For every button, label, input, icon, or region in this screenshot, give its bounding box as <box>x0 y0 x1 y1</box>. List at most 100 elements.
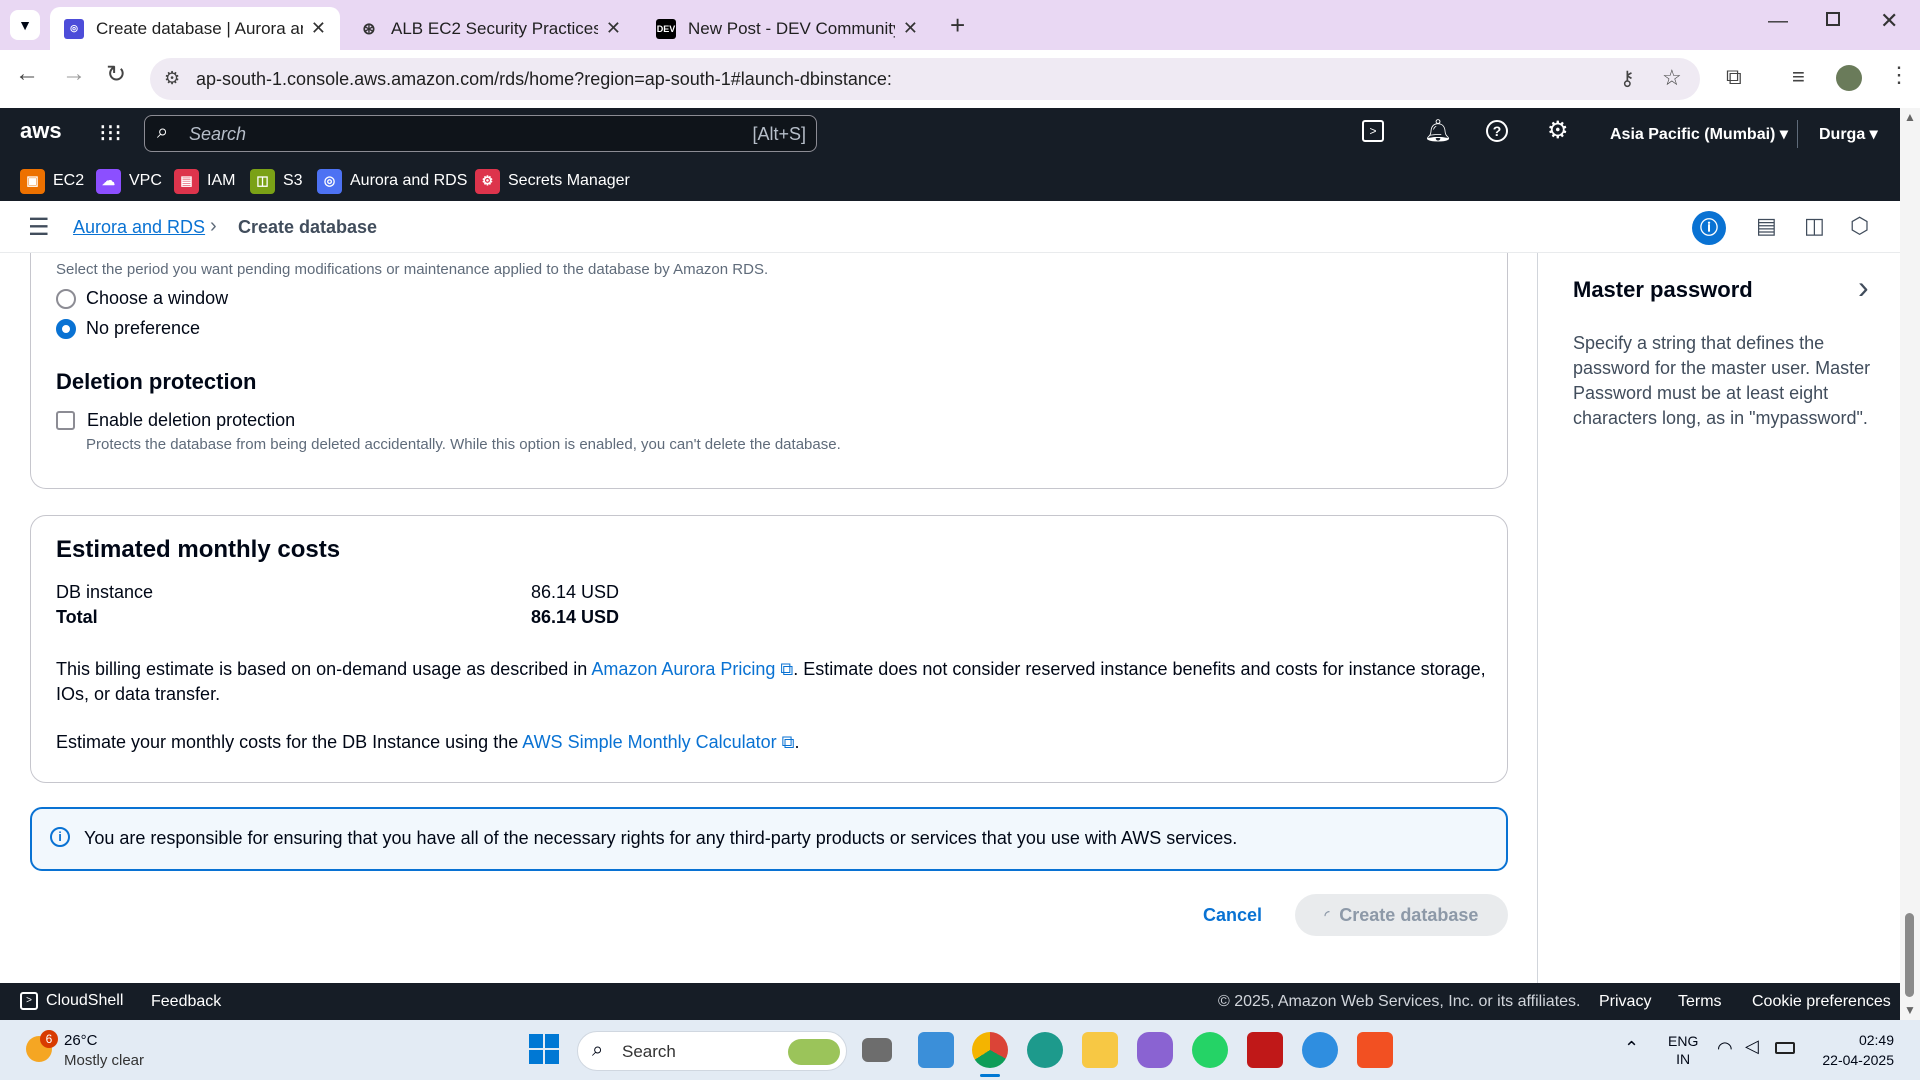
menu-hamburger-icon[interactable]: ☰ <box>28 213 50 242</box>
favorite-vpc[interactable]: ☁ VPC <box>96 168 162 194</box>
clock[interactable]: 02:49 22-04-2025 <box>1812 1030 1894 1070</box>
close-icon[interactable]: ✕ <box>606 18 621 39</box>
breadcrumb-parent-link[interactable]: Aurora and RDS <box>73 217 205 238</box>
tab-dev-community[interactable]: DEV New Post - DEV Community ✕ <box>642 7 932 50</box>
aws-search-input[interactable]: ⌕ Search [Alt+S] <box>144 115 817 152</box>
tab-search-button[interactable]: ▼ <box>10 10 40 40</box>
cookie-preferences-link[interactable]: Cookie preferences <box>1752 993 1891 1011</box>
chevron-right-icon[interactable]: › <box>1858 269 1869 306</box>
address-bar[interactable]: ⚙ ap-south-1.console.aws.amazon.com/rds/… <box>150 58 1700 100</box>
radio-button-selected[interactable] <box>56 318 76 339</box>
rds-tab-icon: ◎ <box>64 18 84 39</box>
feedback-link[interactable]: Feedback <box>151 993 221 1011</box>
external-link-icon[interactable]: ⧉ <box>777 732 795 752</box>
favorite-ec2[interactable]: ▣ EC2 <box>20 168 84 194</box>
info-panel-icon[interactable]: ⓘ <box>1692 211 1726 245</box>
tab-create-database[interactable]: ◎ Create database | Aurora and RDS ✕ <box>50 7 340 50</box>
radio-button[interactable] <box>56 288 76 309</box>
minimize-button[interactable]: — <box>1768 10 1788 33</box>
billing-note: This billing estimate is based on on-dem… <box>56 659 1486 704</box>
weather-widget[interactable]: 6 26°C Mostly clear <box>22 1028 172 1072</box>
help-panel-body: Specify a string that defines the passwo… <box>1573 333 1871 428</box>
services-grid-icon[interactable]: ⁝⁝⁝ <box>99 119 122 148</box>
create-database-button[interactable]: ◜ Create database <box>1295 894 1508 936</box>
checkbox[interactable] <box>56 411 75 430</box>
region-selector[interactable]: Asia Pacific (Mumbai) ▾ <box>1610 124 1788 144</box>
account-menu[interactable]: Durga ▾ <box>1819 124 1878 144</box>
settings-gear-icon[interactable]: ⚙ <box>1547 116 1569 145</box>
wifi-icon[interactable]: ◠ <box>1717 1038 1733 1059</box>
cloudshell-button[interactable]: > CloudShell <box>20 992 123 1010</box>
copilot-icon[interactable] <box>1137 1032 1173 1068</box>
close-icon[interactable]: ✕ <box>903 18 918 39</box>
radio-choose-window[interactable]: Choose a window <box>56 288 228 309</box>
notifications-panel-icon[interactable]: ▤ <box>1756 213 1777 239</box>
external-link-icon[interactable]: ⧉ <box>775 659 793 679</box>
additional-configuration-card: Select the period you want pending modif… <box>30 253 1508 489</box>
info-alert: i You are responsible for ensuring that … <box>30 807 1508 871</box>
windows-start-icon[interactable] <box>529 1034 559 1064</box>
breadcrumb-bar: ☰ Aurora and RDS › Create database ⓘ ▤ ◫… <box>0 201 1900 253</box>
page-scrollbar[interactable]: ▲ ▼ <box>1900 108 1920 1020</box>
extensions-icon[interactable]: ⧉ <box>1726 64 1742 90</box>
microsoft-store-icon[interactable] <box>1357 1032 1393 1068</box>
search-icon: ⌕ <box>157 121 169 143</box>
calculator-link[interactable]: AWS Simple Monthly Calculator <box>522 732 776 752</box>
show-hidden-icons-chevron[interactable]: ⌃ <box>1624 1038 1639 1059</box>
browser-menu-icon[interactable]: ⋮ <box>1888 62 1910 88</box>
favorite-secrets-manager[interactable]: ⚙ Secrets Manager <box>475 168 630 194</box>
estimated-costs-card: Estimated monthly costs DB instance 86.1… <box>30 515 1508 783</box>
password-key-icon[interactable]: ⚷ <box>1620 66 1635 91</box>
back-icon[interactable]: ← <box>15 60 39 88</box>
bookmark-star-icon[interactable]: ☆ <box>1662 65 1682 91</box>
scroll-up-arrow[interactable]: ▲ <box>1904 110 1916 124</box>
favorite-iam[interactable]: ▤ IAM <box>174 168 235 194</box>
file-explorer-icon[interactable] <box>1082 1032 1118 1068</box>
help-icon[interactable]: ? <box>1486 120 1508 142</box>
nav-divider <box>1797 120 1798 148</box>
resources-panel-icon[interactable]: ◫ <box>1804 213 1825 239</box>
radio-no-preference[interactable]: No preference <box>56 318 200 339</box>
favorite-s3[interactable]: ◫ S3 <box>250 168 303 194</box>
chrome-icon[interactable] <box>972 1032 1008 1068</box>
edge-icon[interactable] <box>1027 1032 1063 1068</box>
terms-link[interactable]: Terms <box>1678 993 1722 1011</box>
cloudshell-icon[interactable]: > <box>1362 120 1384 142</box>
site-info-icon[interactable]: ⚙ <box>164 68 180 89</box>
forward-icon[interactable]: → <box>62 60 86 88</box>
notifications-bell-icon[interactable]: 🔔︎ <box>1424 118 1452 144</box>
browser-tab-strip: ▼ ◎ Create database | Aurora and RDS ✕ ⊛… <box>0 0 1920 50</box>
window-close-button[interactable]: ✕ <box>1880 8 1898 34</box>
info-alert-text: You are responsible for ensuring that yo… <box>84 828 1238 848</box>
volume-icon[interactable]: ◁ <box>1745 1036 1759 1057</box>
close-icon[interactable]: ✕ <box>311 18 326 39</box>
privacy-link[interactable]: Privacy <box>1599 993 1651 1011</box>
mcafee-icon[interactable] <box>1247 1032 1283 1068</box>
favorite-aurora-rds[interactable]: ◎ Aurora and RDS <box>317 168 467 194</box>
scroll-down-arrow[interactable]: ▼ <box>1904 1003 1916 1017</box>
iam-icon: ▤ <box>174 168 199 194</box>
mylio-app-icon[interactable] <box>918 1032 954 1068</box>
language-indicator[interactable]: ENG IN <box>1668 1032 1698 1068</box>
reload-icon[interactable]: ↻ <box>106 60 126 89</box>
cancel-button[interactable]: Cancel <box>1203 905 1262 926</box>
task-view-icon[interactable] <box>862 1038 892 1062</box>
taskbar-search[interactable]: ⌕ Search <box>577 1031 847 1071</box>
tools-panel-icon[interactable]: ⬡ <box>1850 213 1869 239</box>
aws-top-nav: aws ⁝⁝⁝ ⌕ Search [Alt+S] > 🔔︎ ? ⚙ Asia P… <box>0 108 1900 160</box>
deletion-protection-checkbox[interactable]: Enable deletion protection <box>56 410 295 431</box>
search-icon: ⌕ <box>592 1039 604 1061</box>
aurora-pricing-link[interactable]: Amazon Aurora Pricing <box>591 659 775 679</box>
whatsapp-icon[interactable] <box>1192 1032 1228 1068</box>
tab-alb-ec2[interactable]: ⊛ ALB EC2 Security Practices ✕ <box>345 7 635 50</box>
new-tab-button[interactable]: + <box>950 10 965 41</box>
aws-logo[interactable]: aws <box>20 118 62 144</box>
url-text[interactable]: ap-south-1.console.aws.amazon.com/rds/ho… <box>196 69 892 90</box>
help-app-icon[interactable] <box>1302 1032 1338 1068</box>
cost-total-label: Total <box>56 607 98 627</box>
profile-avatar[interactable] <box>1836 65 1862 91</box>
battery-icon[interactable] <box>1775 1042 1795 1054</box>
media-icon[interactable]: ≡ <box>1792 64 1805 90</box>
restore-button[interactable] <box>1826 12 1840 26</box>
scrollbar-thumb[interactable] <box>1905 913 1914 997</box>
